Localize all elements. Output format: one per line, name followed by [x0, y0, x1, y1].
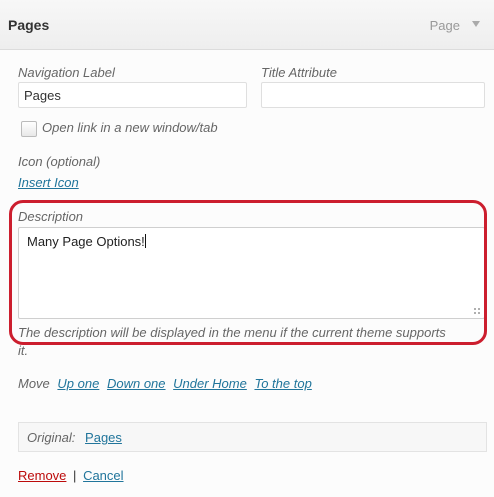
original-link[interactable]: Pages	[85, 430, 122, 445]
remove-link[interactable]: Remove	[18, 468, 66, 483]
insert-icon-link[interactable]: Insert Icon	[18, 175, 79, 190]
move-down-link[interactable]: Down one	[107, 376, 166, 391]
description-note: The description will be displayed in the…	[18, 325, 446, 358]
original-box: Original: Pages	[18, 422, 487, 452]
title-attribute-input[interactable]	[261, 82, 485, 108]
original-label: Original:	[27, 430, 76, 445]
menu-item-panel: Pages Page Navigation Label Title Attrib…	[0, 0, 494, 497]
new-window-label: Open link in a new window/tab	[42, 120, 218, 135]
cancel-link[interactable]: Cancel	[83, 468, 123, 483]
move-top-link[interactable]: To the top	[254, 376, 311, 391]
actions-separator: |	[73, 468, 77, 483]
new-window-checkbox[interactable]	[21, 121, 37, 137]
nav-label-input[interactable]	[18, 82, 247, 108]
description-label: Description	[18, 209, 84, 224]
move-up-link[interactable]: Up one	[57, 376, 99, 391]
menu-item-type: Page	[429, 18, 460, 33]
expand-arrow-icon[interactable]	[472, 21, 480, 27]
nav-label-label: Navigation Label	[18, 65, 115, 80]
description-value: Many Page Options!	[27, 234, 145, 249]
item-actions: Remove | Cancel	[18, 468, 124, 483]
move-label: Move	[18, 376, 50, 391]
icon-label: Icon (optional)	[18, 154, 101, 169]
move-under-link[interactable]: Under Home	[173, 376, 247, 391]
resize-grip-icon[interactable]	[473, 307, 481, 315]
title-attribute-label: Title Attribute	[261, 65, 337, 80]
menu-item-title: Pages	[8, 17, 50, 33]
text-cursor	[144, 234, 146, 248]
move-controls: Move Up one Down one Under Home To the t…	[18, 376, 312, 391]
description-textarea[interactable]: Many Page Options!	[18, 227, 485, 319]
menu-item-header[interactable]: Pages Page	[0, 0, 494, 50]
